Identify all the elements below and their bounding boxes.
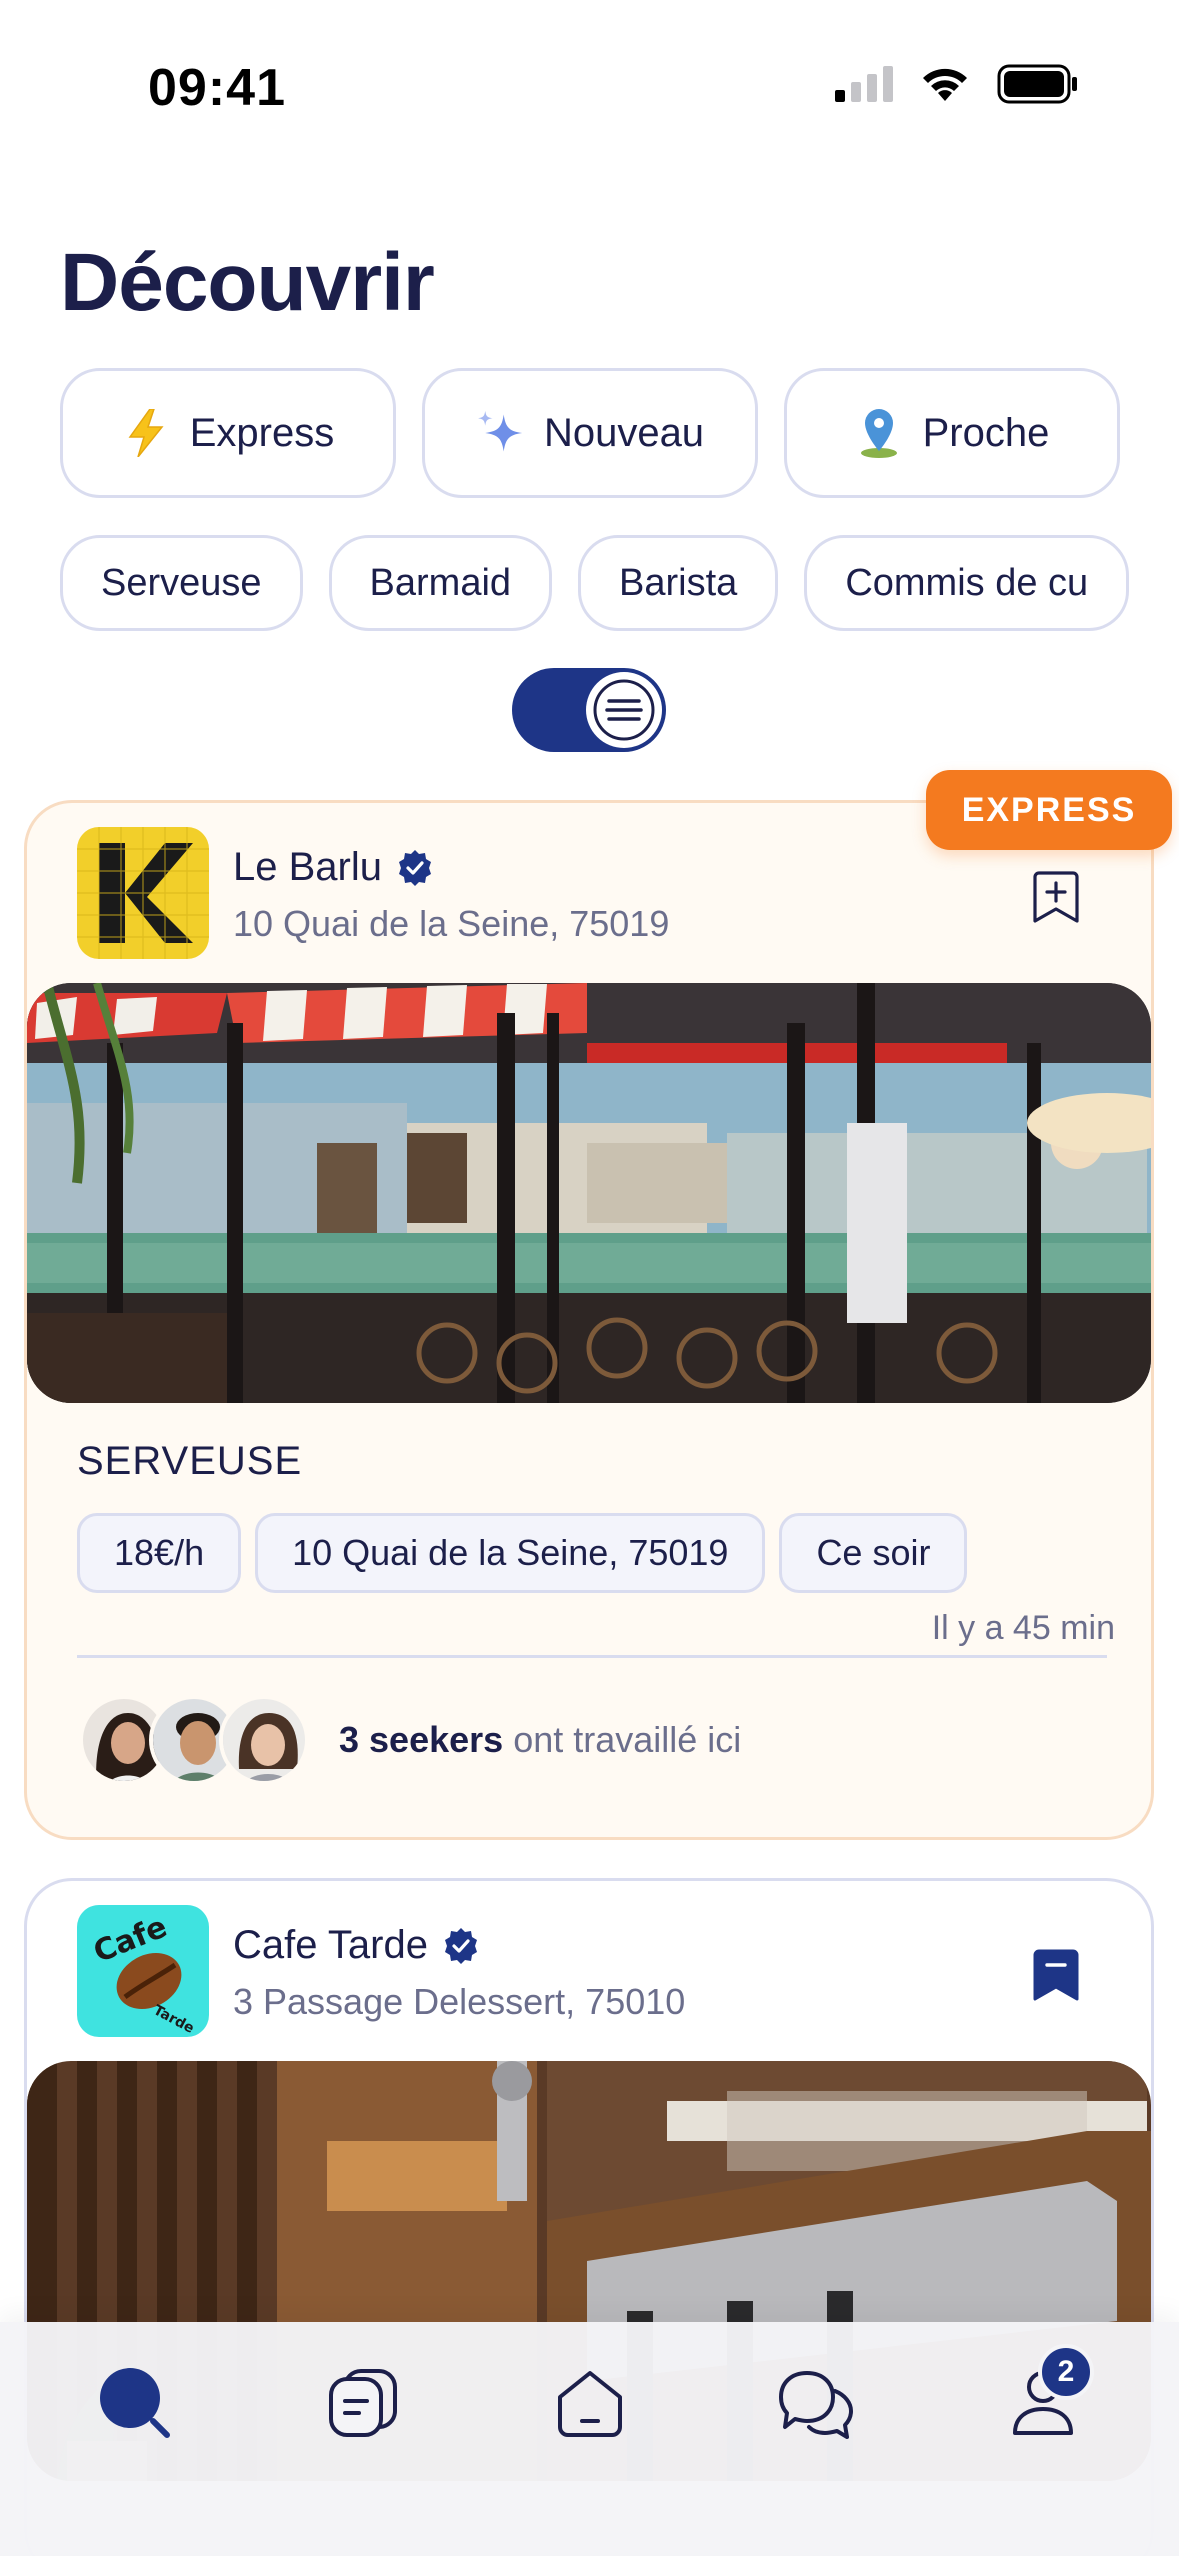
category-label: Nouveau — [543, 410, 705, 455]
posted-time: Il y a 45 min — [931, 1609, 1115, 1647]
business-address: 3 Passage Delessert, 75010 — [233, 1981, 686, 2022]
role-chip-serveuse[interactable]: Serveuse — [60, 535, 303, 631]
business-name-row: Cafe Tarde — [233, 1923, 480, 1968]
express-badge: EXPRESS — [926, 770, 1172, 850]
list-icon — [593, 679, 655, 741]
battery-icon — [997, 64, 1077, 104]
lightning-icon — [122, 409, 170, 457]
cellular-signal-icon — [835, 66, 893, 102]
business-name: Cafe Tarde — [233, 1923, 428, 1967]
seekers-text: ont travaillé ici — [513, 1719, 742, 1760]
business-logo — [77, 827, 209, 959]
home-icon — [558, 2371, 622, 2437]
seekers-note: 3 seekers ont travaillé ici — [339, 1719, 741, 1761]
role-chip-barmaid[interactable]: Barmaid — [328, 535, 553, 631]
search-icon — [100, 2368, 170, 2438]
tab-messages[interactable] — [772, 2358, 862, 2448]
page-title: Découvrir — [60, 237, 435, 328]
business-name: Le Barlu — [233, 845, 382, 889]
sparkle-icon — [476, 409, 524, 457]
business-address: 10 Quai de la Seine, 75019 — [233, 903, 670, 944]
seekers-count: 3 seekers — [339, 1719, 504, 1760]
tag-time: Ce soir — [779, 1513, 968, 1593]
role-chip-barista[interactable]: Barista — [578, 535, 779, 631]
business-logo: Cafe Tarde — [77, 1905, 209, 2037]
toggle-knob — [586, 672, 662, 748]
tab-profile[interactable]: 2 — [998, 2344, 1094, 2448]
seeker-avatars — [79, 1695, 309, 1785]
tab-missions[interactable] — [318, 2358, 408, 2448]
bookmark-add-icon[interactable] — [1031, 869, 1081, 925]
category-nouveau[interactable]: Nouveau — [422, 368, 758, 498]
tag-location: 10 Quai de la Seine, 75019 — [255, 1513, 766, 1593]
role-chip-commis[interactable]: Commis de cu — [804, 535, 1130, 631]
verified-icon — [444, 1927, 477, 1964]
job-photo — [27, 983, 1151, 1403]
notification-badge: 2 — [1038, 2344, 1094, 2400]
job-card[interactable]: Le Barlu 10 Quai de la Seine, 75019 SERV… — [24, 800, 1154, 1840]
category-label: Proche — [922, 410, 1050, 455]
job-role: SERVEUSE — [77, 1439, 303, 1483]
category-filters: Express Nouveau Proche — [60, 368, 1120, 498]
business-name-row: Le Barlu — [233, 845, 434, 890]
bookmark-filled-icon[interactable] — [1031, 1947, 1081, 2003]
role-filters: Serveuse Barmaid Barista Commis de cu — [60, 535, 1130, 631]
status-bar: 09:41 — [0, 0, 1179, 170]
category-express[interactable]: Express — [60, 368, 396, 498]
tab-search[interactable] — [90, 2358, 180, 2448]
divider — [77, 1655, 1107, 1658]
wifi-icon — [923, 68, 967, 101]
location-pin-icon — [855, 409, 903, 458]
tag-wage: 18€/h — [77, 1513, 242, 1593]
tab-home[interactable] — [545, 2358, 635, 2448]
category-proche[interactable]: Proche — [784, 368, 1120, 498]
status-time: 09:41 — [148, 59, 286, 117]
chat-icon — [779, 2371, 853, 2439]
tab-bar: 2 — [0, 2322, 1179, 2556]
job-tags: 18€/h 10 Quai de la Seine, 75019 Ce soir — [77, 1513, 968, 1593]
status-icons — [835, 64, 1079, 104]
avatar — [219, 1695, 309, 1785]
verified-icon — [398, 849, 431, 886]
missions-icon — [329, 2369, 397, 2437]
view-toggle[interactable] — [512, 668, 666, 752]
category-label: Express — [189, 410, 335, 455]
